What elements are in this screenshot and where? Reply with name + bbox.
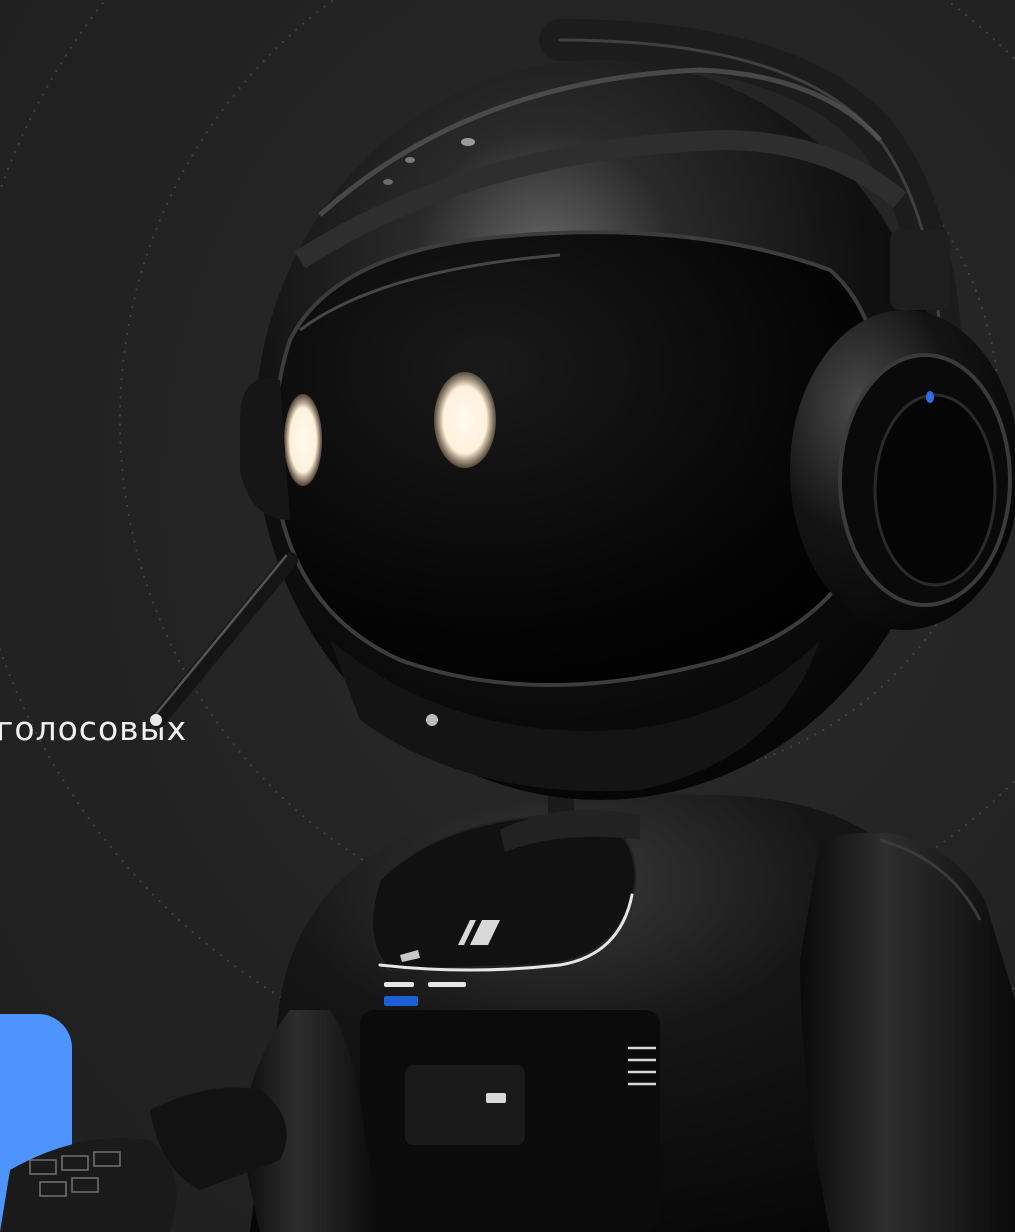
- hero-banner: голосовых: [0, 0, 1015, 1232]
- left-eye: [284, 394, 322, 486]
- right-eye: [434, 372, 496, 468]
- robot-illustration: [0, 19, 1015, 1232]
- headset-microphone: [150, 552, 298, 728]
- robot-left-arm: [0, 1010, 380, 1232]
